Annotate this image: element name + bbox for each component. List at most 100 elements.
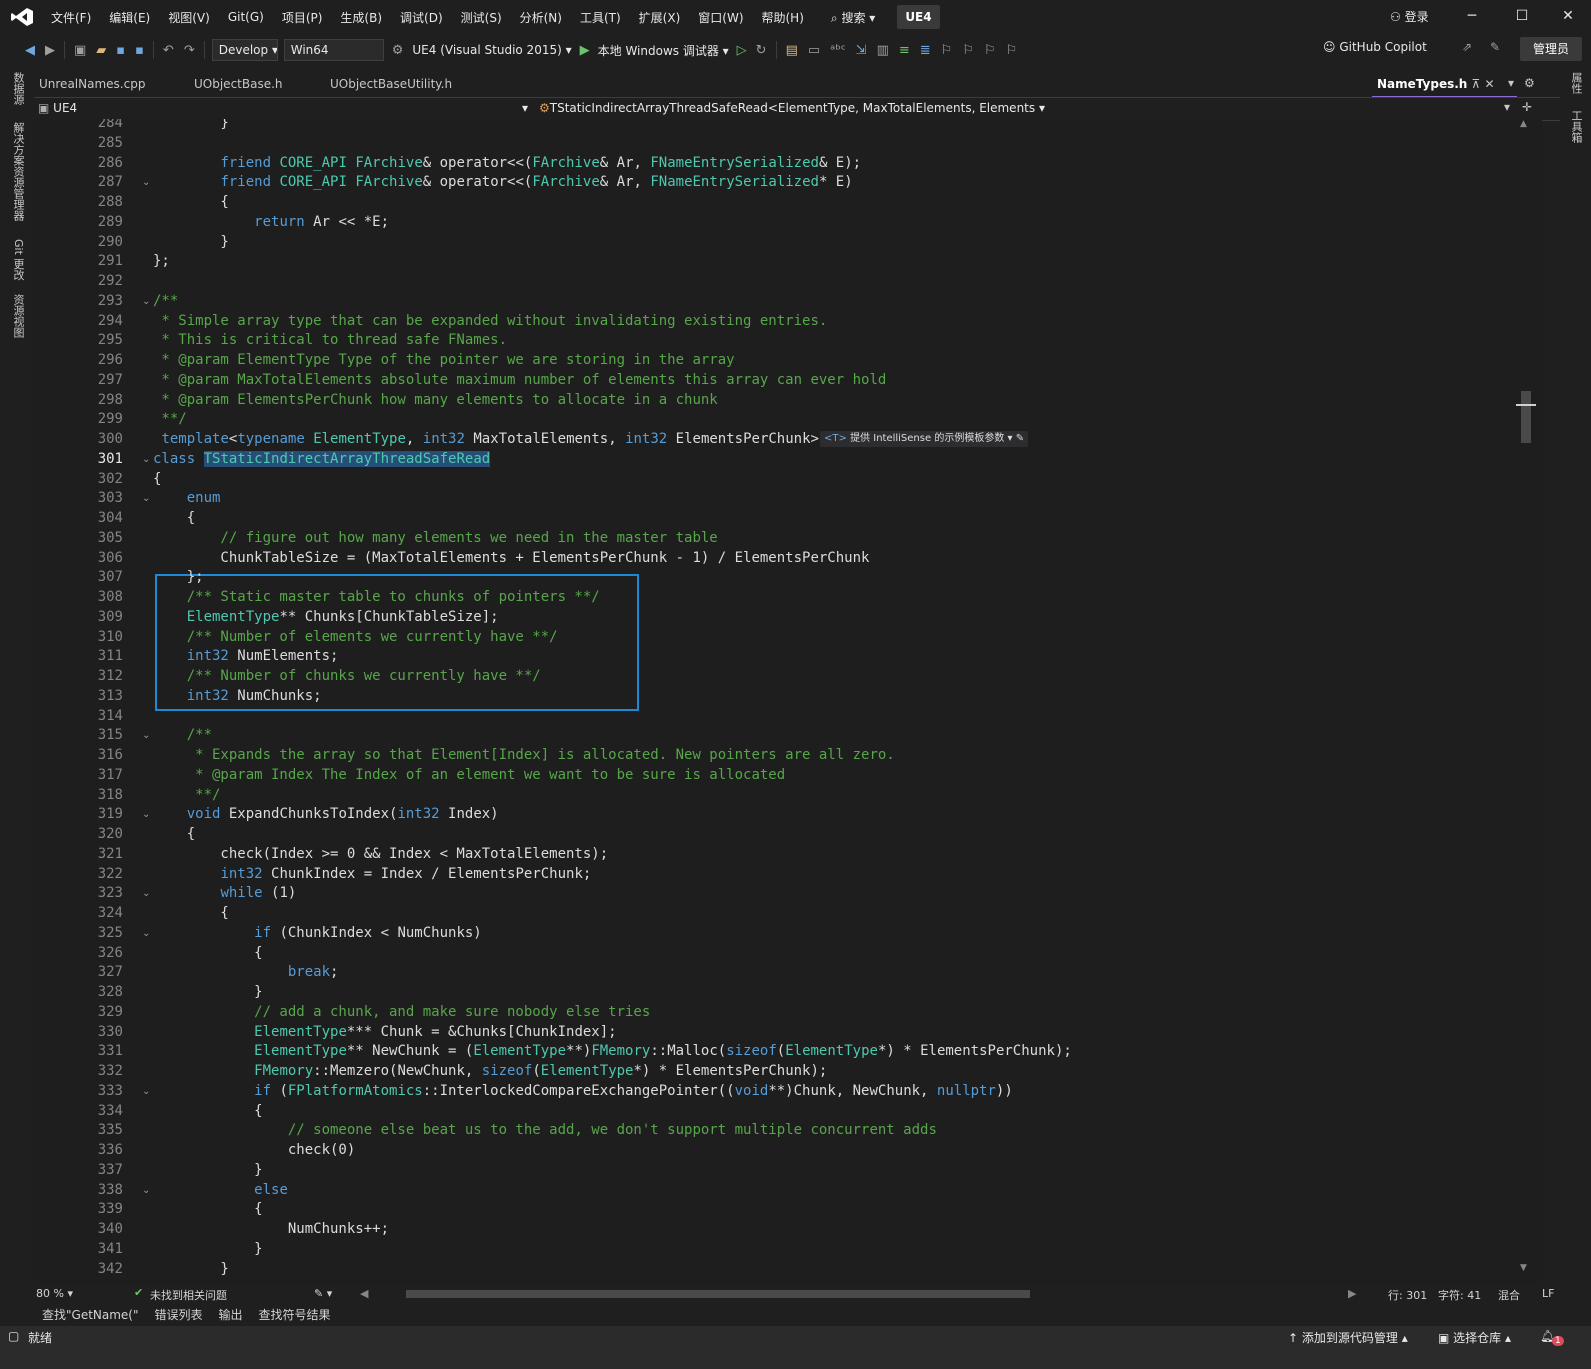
code-line[interactable]: while (1)	[153, 885, 296, 901]
menu-view[interactable]: 视图(V)	[159, 9, 219, 26]
prev-bookmark-icon[interactable]: ⚐	[957, 43, 979, 58]
source-control-button[interactable]: ↑ 添加到源代码管理 ▴	[1288, 1329, 1408, 1346]
indent-indicator[interactable]: 混合	[1498, 1287, 1520, 1303]
fold-toggle-icon[interactable]: ⌄	[142, 730, 150, 741]
code-line[interactable]: /** Static master table to chunks of poi…	[153, 589, 600, 605]
scroll-up-icon[interactable]: ▲	[1520, 119, 1527, 129]
tab-find-symbol-results[interactable]: 查找符号结果	[251, 1306, 339, 1326]
vertical-scrollbar[interactable]: ▲ ▼	[1516, 119, 1542, 1284]
fold-toggle-icon[interactable]: ⌄	[142, 809, 150, 820]
menu-build[interactable]: 生成(B)	[331, 9, 391, 26]
code-line[interactable]: if (FPlatformAtomics::InterlockedCompare…	[153, 1083, 1013, 1099]
startup-project-select[interactable]: UE4 (Visual Studio 2015) ▾	[408, 43, 575, 57]
code-line[interactable]: }	[153, 234, 228, 250]
code-line[interactable]: ElementType** NewChunk = (ElementType**)…	[153, 1043, 1072, 1059]
forward-icon[interactable]: ▶	[40, 43, 60, 58]
fold-toggle-icon[interactable]: ⌄	[142, 454, 150, 465]
hot-reload-icon[interactable]: ↻	[751, 43, 772, 58]
code-line[interactable]: ElementType** Chunks[ChunkTableSize];	[153, 609, 499, 625]
redo-icon[interactable]: ↷	[179, 43, 200, 58]
debugger-select[interactable]: 本地 Windows 调试器 ▾	[594, 42, 733, 59]
rail-resource-view[interactable]: 资源视图	[10, 294, 26, 338]
menu-debug[interactable]: 调试(D)	[391, 9, 452, 26]
menu-project[interactable]: 项目(P)	[273, 9, 332, 26]
rail-properties[interactable]: 属性	[1568, 72, 1584, 94]
code-line[interactable]: class TStaticIndirectArrayThreadSafeRead	[153, 450, 491, 467]
code-line[interactable]: };	[153, 569, 204, 585]
member-dropdown[interactable]: ⚙TStaticIndirectArrayThreadSafeRead<Elem…	[539, 98, 1045, 118]
code-line[interactable]: friend CORE_API FArchive& operator<<(FAr…	[153, 155, 861, 171]
close-window-button[interactable]: ✕	[1558, 8, 1578, 26]
menu-git[interactable]: Git(G)	[219, 10, 273, 24]
close-tab-icon[interactable]: ✕	[1485, 77, 1495, 91]
search-button[interactable]: ⌕ 搜索 ▾	[823, 9, 883, 26]
menu-tools[interactable]: 工具(T)	[571, 9, 630, 26]
code-line[interactable]: check(0)	[153, 1142, 355, 1158]
code-line[interactable]: {	[153, 1103, 262, 1119]
select-repo-button[interactable]: ▣ 选择仓库 ▴	[1438, 1329, 1511, 1346]
code-line[interactable]: * @param Index The Index of an element w…	[153, 767, 785, 783]
code-line[interactable]: int32 NumChunks;	[153, 688, 322, 704]
code-line[interactable]: ElementType*** Chunk = &Chunks[ChunkInde…	[153, 1024, 616, 1040]
tab-uobjectbaseutility-h[interactable]: UObjectBaseUtility.h	[325, 72, 510, 96]
column-indicator[interactable]: 字符: 41	[1438, 1287, 1481, 1303]
code-line[interactable]: FMemory::Memzero(NewChunk, sizeof(Elemen…	[153, 1063, 827, 1079]
code-line[interactable]: * @param ElementType Type of the pointer…	[153, 352, 734, 368]
code-editor[interactable]: <T> 提供 IntelliSense 的示例模板参数 ▾ ✎ 284 } 285…	[34, 119, 1542, 1284]
code-line[interactable]: // figure out how many elements we need …	[153, 530, 717, 546]
code-line[interactable]: /**	[153, 293, 178, 309]
scope-dropdown[interactable]: ▣ UE4 ▾	[38, 98, 528, 118]
next-bookmark-icon[interactable]: ⚐	[979, 43, 1001, 58]
code-line[interactable]: {	[153, 945, 262, 961]
code-line[interactable]: }	[153, 1261, 228, 1277]
scroll-left-icon[interactable]: ◀	[360, 1287, 368, 1300]
minimize-button[interactable]: ─	[1462, 8, 1482, 26]
eol-indicator[interactable]: LF	[1542, 1287, 1554, 1300]
rail-solution-explorer[interactable]: 解决方案资源管理器	[10, 122, 26, 221]
folder-view-icon[interactable]: ▤	[781, 43, 803, 58]
menu-test[interactable]: 测试(S)	[452, 9, 511, 26]
fold-toggle-icon[interactable]: ⌄	[142, 888, 150, 899]
menu-help[interactable]: 帮助(H)	[753, 9, 813, 26]
split-editor-icon[interactable]: ✛	[1522, 100, 1532, 114]
tab-output[interactable]: 输出	[211, 1306, 251, 1326]
code-line[interactable]: {	[153, 905, 228, 921]
save-icon[interactable]: ▪	[111, 43, 130, 58]
share-icon[interactable]: ⇗	[1462, 40, 1472, 54]
layout-icon[interactable]: ▭	[803, 43, 825, 58]
tab-uobjectbase-h[interactable]: UObjectBase.h	[189, 72, 324, 96]
menu-analyze[interactable]: 分析(N)	[511, 9, 571, 26]
code-line[interactable]: /** Number of elements we currently have…	[153, 629, 558, 645]
intellisense-template-hint[interactable]: <T> 提供 IntelliSense 的示例模板参数 ▾ ✎	[820, 431, 1029, 447]
back-icon[interactable]: ◀	[20, 43, 40, 58]
tab-nametypes-h[interactable]: NameTypes.h ⊼ ✕	[1372, 72, 1517, 98]
tab-list-icon[interactable]: ▾	[1508, 76, 1514, 90]
code-line[interactable]: NumChunks++;	[153, 1221, 389, 1237]
fold-toggle-icon[interactable]: ⌄	[142, 177, 150, 188]
platform-select[interactable]: Win64	[283, 39, 384, 61]
start-debug-icon[interactable]: ▶	[576, 43, 594, 58]
code-line[interactable]: void ExpandChunksToIndex(int32 Index)	[153, 806, 499, 822]
code-line[interactable]: }	[153, 1162, 262, 1178]
code-line[interactable]: };	[153, 253, 170, 269]
login-button[interactable]: ⚇ 登录	[1390, 8, 1429, 25]
menu-edit[interactable]: 编辑(E)	[100, 9, 159, 26]
settings-gear-icon[interactable]: ⚙	[1524, 76, 1535, 90]
code-line[interactable]: {	[153, 510, 195, 526]
pin-icon[interactable]: ⊼	[1472, 77, 1481, 91]
code-line[interactable]: friend CORE_API FArchive& operator<<(FAr…	[153, 174, 852, 190]
code-line[interactable]: **/	[153, 787, 220, 803]
spell-check-icon[interactable]: ᵃᵇᶜ	[825, 43, 850, 58]
tab-unrealnames-cpp[interactable]: UnrealNames.cpp	[34, 72, 189, 96]
fold-toggle-icon[interactable]: ⌄	[142, 1185, 150, 1196]
scroll-right-icon[interactable]: ▶	[1348, 1287, 1356, 1300]
code-line[interactable]: if (ChunkIndex < NumChunks)	[153, 925, 482, 941]
code-line[interactable]: * Simple array type that can be expanded…	[153, 313, 827, 329]
code-line[interactable]: // someone else beat us to the add, we d…	[153, 1122, 937, 1138]
fold-toggle-icon[interactable]: ⌄	[142, 296, 150, 307]
code-line[interactable]: * @param ElementsPerChunk how many eleme…	[153, 392, 717, 408]
fold-toggle-icon[interactable]: ⌄	[142, 928, 150, 939]
menu-extensions[interactable]: 扩展(X)	[630, 9, 690, 26]
rail-toolbox[interactable]: 工具箱	[1568, 110, 1584, 143]
uncomment-icon[interactable]: ≣	[915, 43, 936, 58]
